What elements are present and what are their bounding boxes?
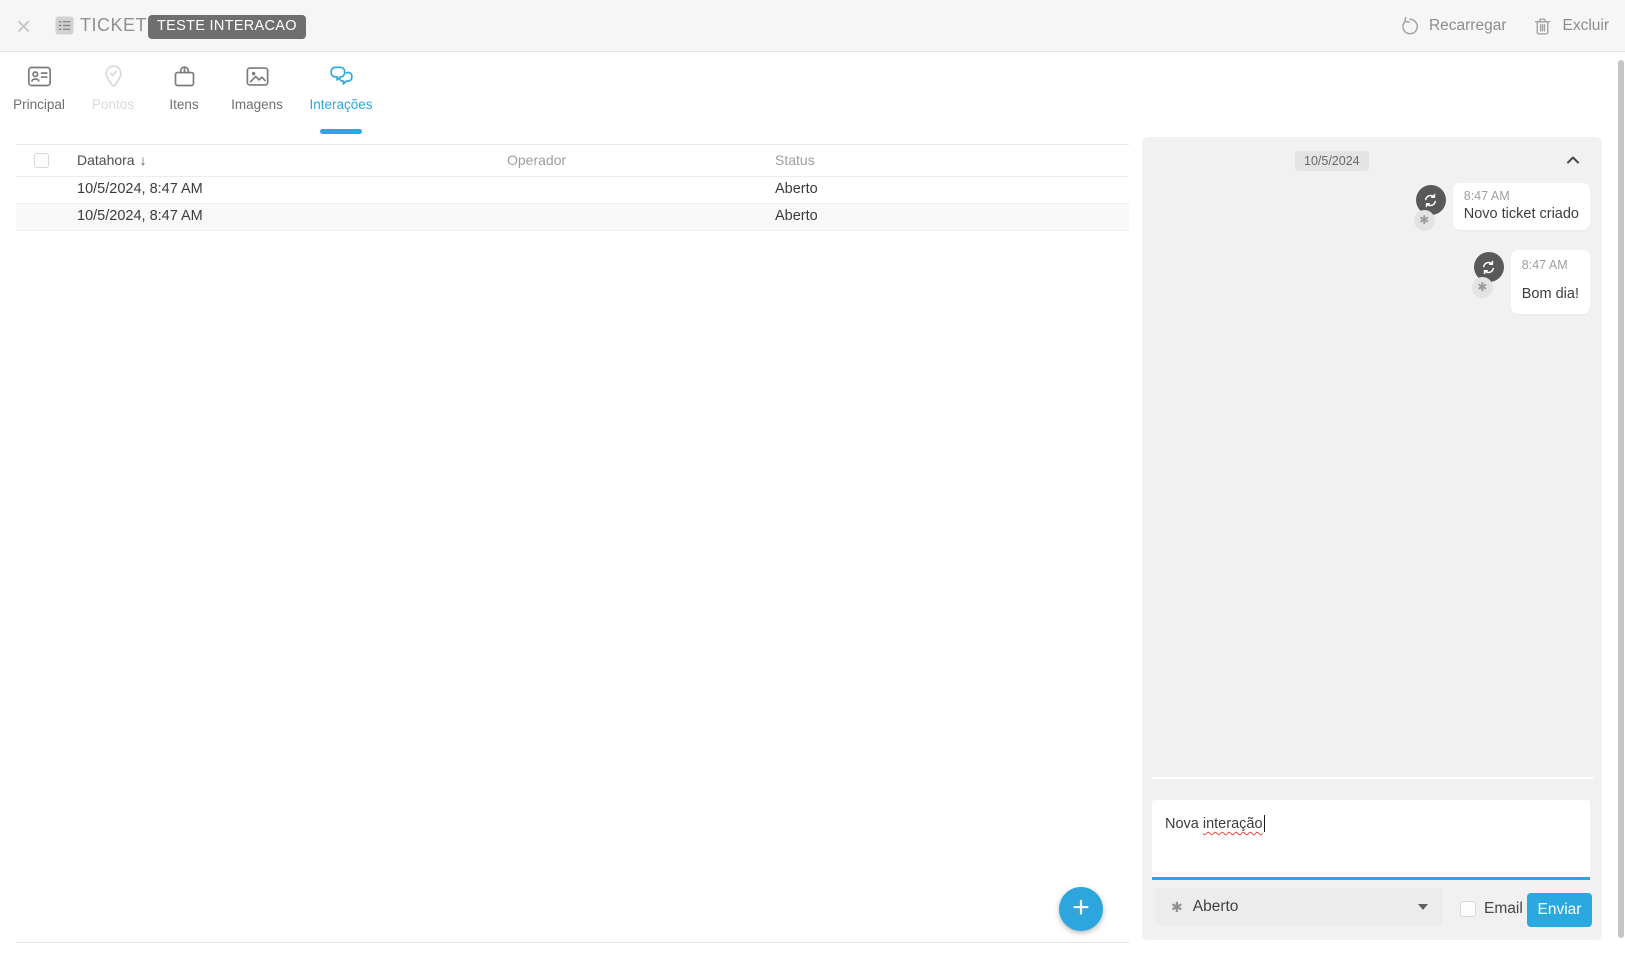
tab-interacoes[interactable]: Interações	[299, 63, 383, 131]
column-header-operador[interactable]: Operador	[507, 152, 566, 168]
message-time: 8:47 AM	[1464, 189, 1579, 203]
tab-label: Pontos	[92, 97, 134, 112]
date-chip: 10/5/2024	[1295, 151, 1369, 171]
chevron-up-icon[interactable]	[1564, 151, 1582, 169]
location-pin-icon	[100, 63, 127, 90]
chat-panel: 10/5/2024 ✱ 8:47 AM Novo ticket criado	[1142, 137, 1602, 940]
ticket-list-icon	[55, 16, 74, 35]
send-button[interactable]: Enviar	[1527, 893, 1592, 927]
status-dropdown[interactable]: ✱ Aberto	[1156, 888, 1443, 926]
image-icon	[244, 63, 271, 90]
asterisk-icon: ✱	[1414, 210, 1435, 231]
checkbox	[1460, 901, 1476, 917]
scrollbar[interactable]	[1618, 60, 1624, 938]
id-card-icon	[26, 63, 53, 90]
box-icon	[171, 63, 198, 90]
column-label: Datahora	[77, 152, 135, 168]
tab-label: Itens	[169, 97, 198, 112]
table-header: Datahora ↓ Operador Status	[16, 145, 1129, 177]
avatar: ✱	[1472, 250, 1504, 300]
new-interaction-input[interactable]: Novainteração	[1152, 800, 1590, 880]
email-checkbox[interactable]: Email	[1460, 900, 1523, 918]
reload-icon	[1399, 16, 1420, 37]
tab-imagens[interactable]: Imagens	[215, 63, 299, 131]
tab-principal[interactable]: Principal	[0, 63, 81, 131]
email-label: Email	[1484, 900, 1523, 918]
cell-status: Aberto	[775, 181, 818, 197]
table-row[interactable]: 10/5/2024, 8:47 AM Aberto	[16, 177, 1129, 204]
trash-icon	[1532, 16, 1553, 37]
message-time: 8:47 AM	[1522, 258, 1579, 272]
tab-label: Principal	[13, 97, 65, 112]
chat-message: ✱ 8:47 AM Bom dia!	[1472, 250, 1590, 314]
cell-datahora: 10/5/2024, 8:47 AM	[77, 208, 203, 224]
titlebar: × TICKETS TESTE INTERACAO Recarregar Exc…	[0, 0, 1625, 52]
message-bubble: 8:47 AM Novo ticket criado	[1453, 183, 1590, 230]
delete-button[interactable]: Excluir	[1532, 16, 1609, 37]
table-row[interactable]: 10/5/2024, 8:47 AM Aberto	[16, 204, 1129, 231]
input-text: Nova	[1165, 816, 1199, 832]
reload-label: Recarregar	[1429, 17, 1507, 35]
chat-message: ✱ 8:47 AM Novo ticket criado	[1414, 183, 1590, 233]
composer-divider	[1152, 777, 1594, 779]
column-header-datahora[interactable]: Datahora ↓	[77, 152, 147, 168]
close-icon[interactable]: ×	[16, 13, 31, 39]
active-tab-indicator	[320, 129, 362, 134]
add-interaction-button[interactable]: +	[1059, 887, 1103, 931]
titlebar-actions: Recarregar Excluir	[1399, 0, 1609, 52]
tickets-window: × TICKETS TESTE INTERACAO Recarregar Exc…	[0, 0, 1625, 962]
reload-button[interactable]: Recarregar	[1399, 16, 1507, 37]
sort-desc-icon: ↓	[140, 152, 147, 168]
tab-itens[interactable]: Itens	[142, 63, 226, 131]
asterisk-icon: ✱	[1171, 899, 1183, 916]
status-dropdown-value: Aberto	[1193, 898, 1239, 916]
tab-label: Interações	[309, 97, 372, 112]
text-cursor	[1264, 815, 1266, 832]
column-header-status[interactable]: Status	[775, 152, 815, 168]
chat-bubbles-icon	[328, 63, 355, 90]
input-text-misspelled: interação	[1203, 816, 1263, 832]
tabbar: Principal Pontos Itens	[0, 52, 1625, 135]
select-all-checkbox[interactable]	[34, 153, 49, 168]
message-bubble: 8:47 AM Bom dia!	[1511, 250, 1590, 314]
plus-icon: +	[1059, 888, 1103, 928]
record-name-badge: TESTE INTERACAO	[148, 15, 306, 39]
cell-status: Aberto	[775, 208, 818, 224]
message-text: Novo ticket criado	[1464, 206, 1579, 222]
cell-datahora: 10/5/2024, 8:47 AM	[77, 181, 203, 197]
delete-label: Excluir	[1562, 17, 1609, 35]
tab-label: Imagens	[231, 97, 283, 112]
avatar: ✱	[1414, 183, 1446, 233]
message-text: Bom dia!	[1522, 286, 1579, 302]
caret-down-icon	[1418, 904, 1428, 910]
asterisk-icon: ✱	[1472, 277, 1493, 298]
interactions-table: Datahora ↓ Operador Status 10/5/2024, 8:4…	[16, 144, 1129, 943]
